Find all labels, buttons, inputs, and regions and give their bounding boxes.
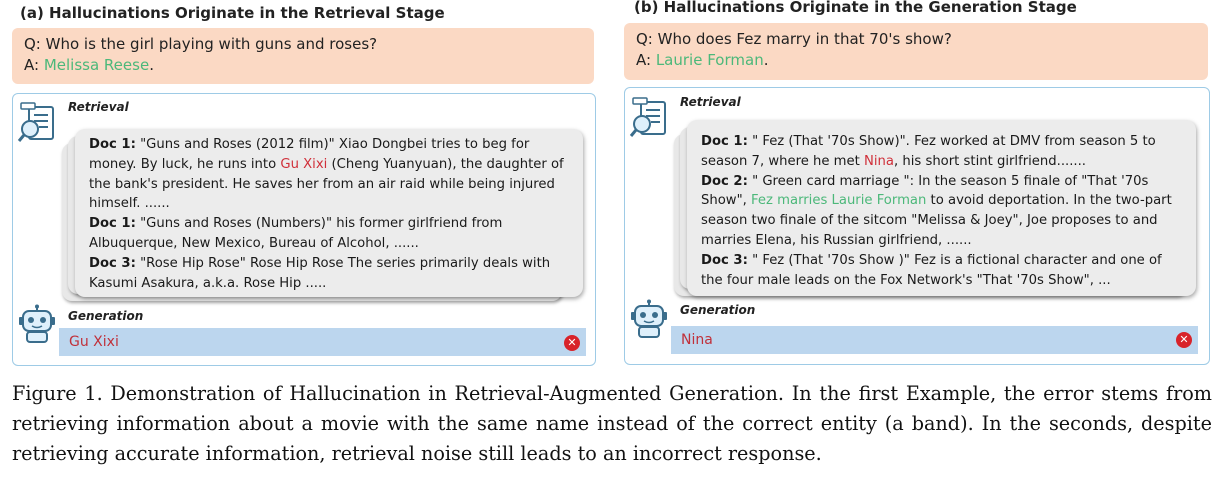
hallucinated-entity: Nina bbox=[864, 153, 894, 169]
answer-suffix: . bbox=[763, 51, 769, 69]
panel-b-answer-line: A: Laurie Forman. bbox=[636, 50, 1196, 71]
panel-a-retrieval-label: Retrieval bbox=[68, 100, 129, 114]
robot-icon bbox=[631, 299, 667, 338]
panel-a-correct-answer: Melissa Reese bbox=[43, 56, 150, 74]
answer-prefix: A: bbox=[24, 56, 44, 74]
answer-suffix: . bbox=[149, 56, 154, 74]
answer-prefix: A: bbox=[636, 51, 656, 69]
panel-a-answer-line: A: Melissa Reese. bbox=[24, 55, 582, 76]
panel-b-retrieval-label: Retrieval bbox=[680, 95, 741, 109]
panel-b-question: Q: Who does Fez marry in that 70's show? bbox=[636, 30, 952, 48]
panel-a-title: (a) Hallucinations Originate in the Retr… bbox=[20, 4, 445, 22]
panel-b-generation-label: Generation bbox=[680, 303, 756, 317]
panel-a-docs: Doc 1: "Guns and Roses (2012 film)" Xiao… bbox=[75, 129, 583, 297]
error-x-icon: ✕ bbox=[564, 335, 580, 351]
panel-a-question: Q: Who is the girl playing with guns and… bbox=[24, 35, 378, 53]
figure-caption: Figure 1. Demonstration of Hallucination… bbox=[12, 382, 1212, 465]
hallucinated-entity: Gu Xixi bbox=[280, 156, 328, 172]
error-x-icon: ✕ bbox=[1176, 332, 1192, 348]
panel-b-docs: Doc 1: " Fez (That '70s Show)". Fez work… bbox=[687, 120, 1196, 296]
panel-a-generation-label: Generation bbox=[68, 309, 144, 323]
document-magnifier-icon bbox=[629, 97, 666, 137]
doc-entry: Doc 1: "Guns and Roses (2012 film)" Xiao… bbox=[89, 137, 564, 212]
doc-entry: Doc 2: " Green card marriage ": In the s… bbox=[701, 173, 1172, 248]
panel-b-correct-answer: Laurie Forman bbox=[655, 51, 764, 69]
doc-entry: Doc 3: " Fez (That '70s Show )" Fez is a… bbox=[701, 252, 1162, 288]
panel-a-qa-box: Q: Who is the girl playing with guns and… bbox=[12, 28, 594, 84]
document-magnifier-icon bbox=[17, 102, 54, 142]
panel-b-title: (b) Hallucinations Originate in the Gene… bbox=[634, 0, 1077, 16]
doc-entry: Doc 3: "Rose Hip Rose" Rose Hip Rose The… bbox=[89, 255, 551, 291]
robot-icon bbox=[19, 304, 55, 343]
correct-evidence: Fez marries Laurie Forman bbox=[751, 193, 927, 209]
doc-entry: Doc 1: "Guns and Roses (Numbers)" his fo… bbox=[89, 216, 503, 251]
panel-a-generation-output: Gu Xixi bbox=[59, 328, 586, 356]
panel-b-qa-box: Q: Who does Fez marry in that 70's show?… bbox=[624, 23, 1208, 80]
panel-b-generation-output: Nina bbox=[671, 326, 1198, 354]
doc-entry: Doc 1: " Fez (That '70s Show)". Fez work… bbox=[701, 134, 1156, 169]
